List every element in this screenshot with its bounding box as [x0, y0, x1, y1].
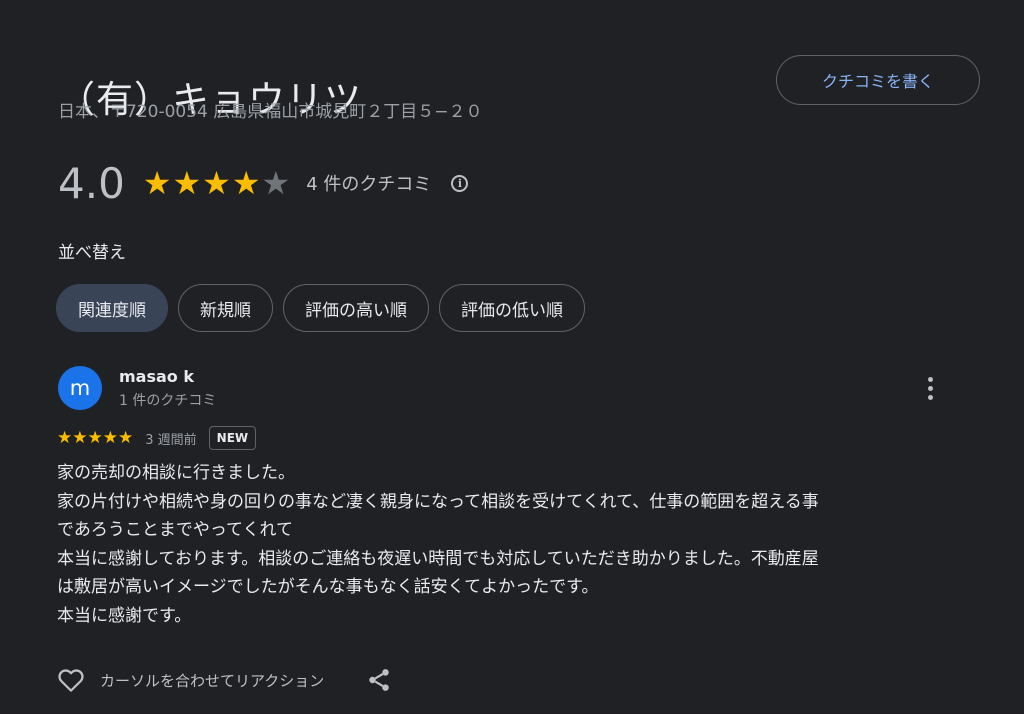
star-icon: ★ — [87, 427, 103, 448]
star-icon: ★ — [231, 164, 261, 202]
review-text-line: 家の片付けや相続や身の回りの事など凄く親身になって相談を受けてくれて、仕事の範囲… — [57, 491, 819, 512]
reaction-label: カーソルを合わせてリアクション — [100, 671, 325, 690]
write-review-button[interactable]: クチコミを書く — [776, 55, 980, 105]
sort-label: 並べ替え — [58, 243, 126, 263]
review-actions: カーソルを合わせてリアクション — [56, 664, 392, 696]
avatar[interactable]: m — [58, 366, 102, 410]
review-text-line: は敷居が高いイメージでしたがそんな事もなく話安くてよかったです。 — [57, 577, 599, 598]
review-meta: ★ ★ ★ ★ ★ 3 週間前 NEW — [57, 424, 257, 452]
reviewer-review-count: 1 件のクチコミ — [119, 393, 217, 409]
review-text: 家の売却の相談に行きました。家の片付けや相続や身の回りの事など凄く親身になって相… — [57, 459, 957, 631]
star-icon: ★ — [118, 427, 134, 448]
star-icon: ★ — [202, 164, 231, 202]
sort-chips: 関連度順 新規順 評価の高い順 評価の低い順 — [56, 284, 585, 332]
star-icon: ★ — [72, 427, 88, 448]
sort-chip[interactable]: 評価の高い順 — [283, 284, 429, 332]
place-address: 日本、〒720-0054 広島県福山市城見町２丁目５−２０ — [58, 102, 483, 122]
sort-chip[interactable]: 新規順 — [178, 284, 273, 332]
review-count[interactable]: 4 件のクチコミ — [306, 170, 431, 196]
review-text-line: 本当に感謝です。 — [57, 605, 192, 626]
sort-chip[interactable]: 評価の低い順 — [439, 284, 585, 332]
star-icon: ★ — [102, 427, 118, 448]
review-text-line: 本当に感謝しております。相談のご連絡も夜遅い時間でも対応していただき助かりました… — [57, 548, 819, 569]
review-text-line: であろうことまでやってくれて — [57, 520, 293, 541]
heart-icon[interactable] — [56, 665, 86, 695]
rating-value: 4.0 — [58, 158, 125, 208]
star-icon: ★ — [57, 427, 73, 448]
share-icon[interactable] — [366, 667, 392, 693]
sort-chip[interactable]: 関連度順 — [56, 284, 168, 332]
review-stars: ★ ★ ★ ★ ★ — [57, 427, 134, 448]
rating-stars: ★ ★ ★ ★ ★ — [143, 167, 290, 199]
review-date: 3 週間前 — [145, 432, 197, 448]
star-icon: ★ — [172, 164, 202, 202]
new-badge: NEW — [208, 426, 257, 450]
info-icon[interactable]: i — [451, 174, 469, 192]
star-icon: ★ — [142, 164, 172, 202]
rating-summary: 4.0 ★ ★ ★ ★ ★ 4 件のクチコミ i — [58, 150, 469, 216]
more-vert-icon[interactable] — [916, 372, 944, 404]
review-text-line: 家の売却の相談に行きました。 — [57, 463, 295, 483]
reviewer-name[interactable]: masao k — [119, 367, 194, 386]
star-icon: ★ — [261, 164, 291, 202]
